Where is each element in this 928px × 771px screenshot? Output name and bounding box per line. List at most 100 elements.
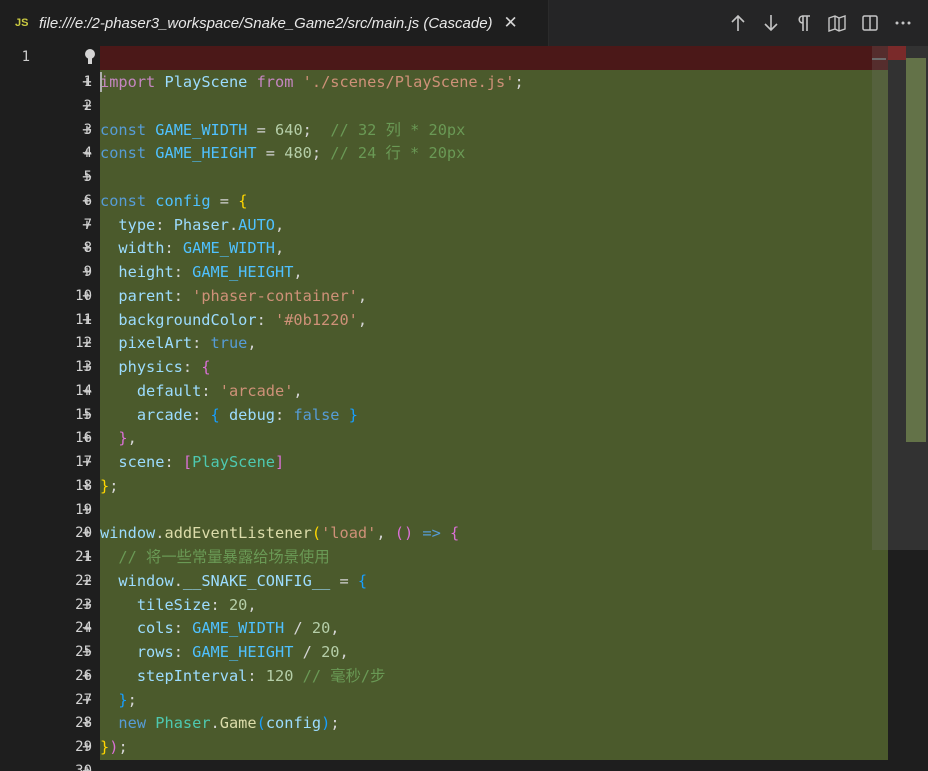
tab-title: file:///e:/2-phaser3_workspace/Snake_Gam… bbox=[39, 14, 493, 32]
code-token: ) bbox=[321, 714, 331, 733]
code-token: : bbox=[201, 381, 220, 400]
code-token: , bbox=[293, 263, 303, 281]
more-actions-icon[interactable] bbox=[892, 12, 914, 34]
insert-marker-icon: + bbox=[82, 570, 92, 590]
code-token: // 32 列 * 20px bbox=[330, 120, 466, 139]
code-token: false bbox=[293, 405, 340, 424]
code-line[interactable]: pixelArt: true, bbox=[100, 331, 256, 355]
editor-actions bbox=[727, 0, 914, 46]
code-line[interactable]: // 将一些常量暴露给场景使用 bbox=[100, 545, 329, 569]
insert-marker-icon: + bbox=[82, 95, 92, 115]
code-line[interactable]: physics: { bbox=[100, 355, 210, 379]
code-line[interactable]: tileSize: 20, bbox=[100, 593, 257, 617]
code-token: : bbox=[210, 595, 229, 614]
code-line[interactable]: width: GAME_WIDTH, bbox=[100, 236, 284, 260]
code-line[interactable]: const config = { bbox=[100, 189, 247, 213]
code-line[interactable]: import PlayScene from './scenes/PlayScen… bbox=[100, 70, 524, 94]
code-token: : bbox=[173, 643, 193, 661]
code-token: 480 bbox=[284, 144, 312, 163]
code-token: } bbox=[348, 405, 358, 424]
insert-marker-icon: + bbox=[82, 214, 92, 234]
code-line[interactable]: }; bbox=[100, 474, 118, 498]
insert-marker-icon: + bbox=[82, 357, 92, 376]
code-token: , bbox=[357, 310, 368, 329]
code-token: : bbox=[164, 239, 183, 258]
code-line[interactable]: default: 'arcade', bbox=[100, 379, 303, 403]
code-line[interactable]: scene: [PlayScene] bbox=[100, 450, 284, 474]
code-token: 20 bbox=[311, 619, 331, 638]
code-token: arcade bbox=[136, 405, 193, 424]
code-line[interactable]: }); bbox=[100, 735, 128, 759]
code-token: stepInterval bbox=[136, 666, 248, 685]
code-token: // 毫秒/步 bbox=[302, 666, 386, 685]
code-token: cols bbox=[136, 619, 174, 638]
code-token: GAME_WIDTH bbox=[155, 120, 248, 139]
code-token: ; bbox=[109, 476, 119, 495]
code-token: , bbox=[339, 643, 349, 661]
insert-marker-icon: + bbox=[82, 760, 92, 771]
editor-tab[interactable]: JS file:///e:/2-phaser3_workspace/Snake_… bbox=[0, 0, 549, 46]
arrow-down-icon[interactable] bbox=[760, 12, 782, 34]
code-token: backgroundColor bbox=[118, 310, 257, 329]
insert-marker-icon: + bbox=[82, 72, 92, 91]
code-token: ( bbox=[256, 714, 266, 733]
code-token: Game bbox=[219, 714, 257, 733]
code-token: window bbox=[118, 571, 174, 590]
code-token: Phaser bbox=[155, 714, 211, 733]
code-token: : bbox=[173, 263, 193, 281]
code-token: GAME_WIDTH bbox=[182, 239, 276, 258]
overview-ruler[interactable] bbox=[872, 46, 928, 771]
code-line[interactable]: const GAME_WIDTH = 640; // 32 列 * 20px bbox=[100, 118, 465, 142]
deleted-line-region bbox=[100, 46, 888, 70]
code-token: addEventListener bbox=[164, 524, 312, 543]
code-token: __SNAKE_CONFIG__ bbox=[182, 571, 331, 590]
code-line[interactable]: parent: 'phaser-container', bbox=[100, 284, 367, 308]
code-token: [ bbox=[182, 453, 193, 471]
code-line[interactable]: }, bbox=[100, 426, 136, 450]
code-line[interactable]: type: Phaser.AUTO, bbox=[100, 213, 284, 237]
code-token: : bbox=[164, 453, 183, 471]
code-token: pixelArt bbox=[118, 334, 193, 353]
close-icon[interactable]: ✕ bbox=[504, 13, 518, 33]
pilcrow-icon[interactable] bbox=[793, 12, 815, 34]
insert-marker-icon: + bbox=[82, 594, 92, 614]
code-line[interactable]: window.addEventListener('load', () => { bbox=[100, 521, 459, 545]
insert-marker-icon: + bbox=[82, 618, 92, 638]
arrow-up-icon[interactable] bbox=[727, 12, 749, 34]
code-line[interactable]: window.__SNAKE_CONFIG__ = { bbox=[100, 569, 367, 593]
tab-bar: JS file:///e:/2-phaser3_workspace/Snake_… bbox=[0, 0, 928, 47]
code-line[interactable]: rows: GAME_HEIGHT / 20, bbox=[100, 640, 349, 664]
code-token: GAME_WIDTH bbox=[192, 619, 285, 638]
code-token: 120 bbox=[265, 666, 294, 685]
code-token: 20 bbox=[228, 595, 248, 614]
split-editor-icon[interactable] bbox=[859, 12, 881, 34]
code-line[interactable]: stepInterval: 120 // 毫秒/步 bbox=[100, 664, 386, 688]
book-icon[interactable] bbox=[826, 12, 848, 34]
code-line[interactable]: arcade: { debug: false } bbox=[100, 403, 358, 427]
diff-editor[interactable]: 1 1 +2 +3 +4 +5 +6 +7 +8 +9 +10 +11 +12 +13 +14 +15 +16… bbox=[0, 46, 928, 771]
insert-marker-icon: + bbox=[82, 262, 92, 281]
code-token: ; bbox=[127, 690, 137, 709]
code-token: parent bbox=[118, 286, 174, 305]
code-line[interactable]: const GAME_HEIGHT = 480; // 24 行 * 20px bbox=[100, 141, 465, 165]
lightbulb-icon[interactable] bbox=[82, 48, 96, 66]
insert-marker-icon: + bbox=[82, 642, 92, 661]
code-token: './scenes/PlayScene.js' bbox=[302, 73, 515, 91]
code-line[interactable]: cols: GAME_WIDTH / 20, bbox=[100, 616, 340, 640]
code-line[interactable]: new Phaser.Game(config); bbox=[100, 711, 339, 735]
code-line[interactable]: backgroundColor: '#0b1220', bbox=[100, 308, 367, 332]
code-token: GAME_HEIGHT bbox=[192, 643, 294, 661]
code-line[interactable]: height: GAME_HEIGHT, bbox=[100, 260, 303, 284]
modified-gutter: 1 +2 +3 +4 +5 +6 +7 +8 +9 +10 +11 +12 +13 +14 +15 +16 +1… bbox=[44, 70, 100, 771]
code-line[interactable]: }; bbox=[100, 688, 137, 712]
